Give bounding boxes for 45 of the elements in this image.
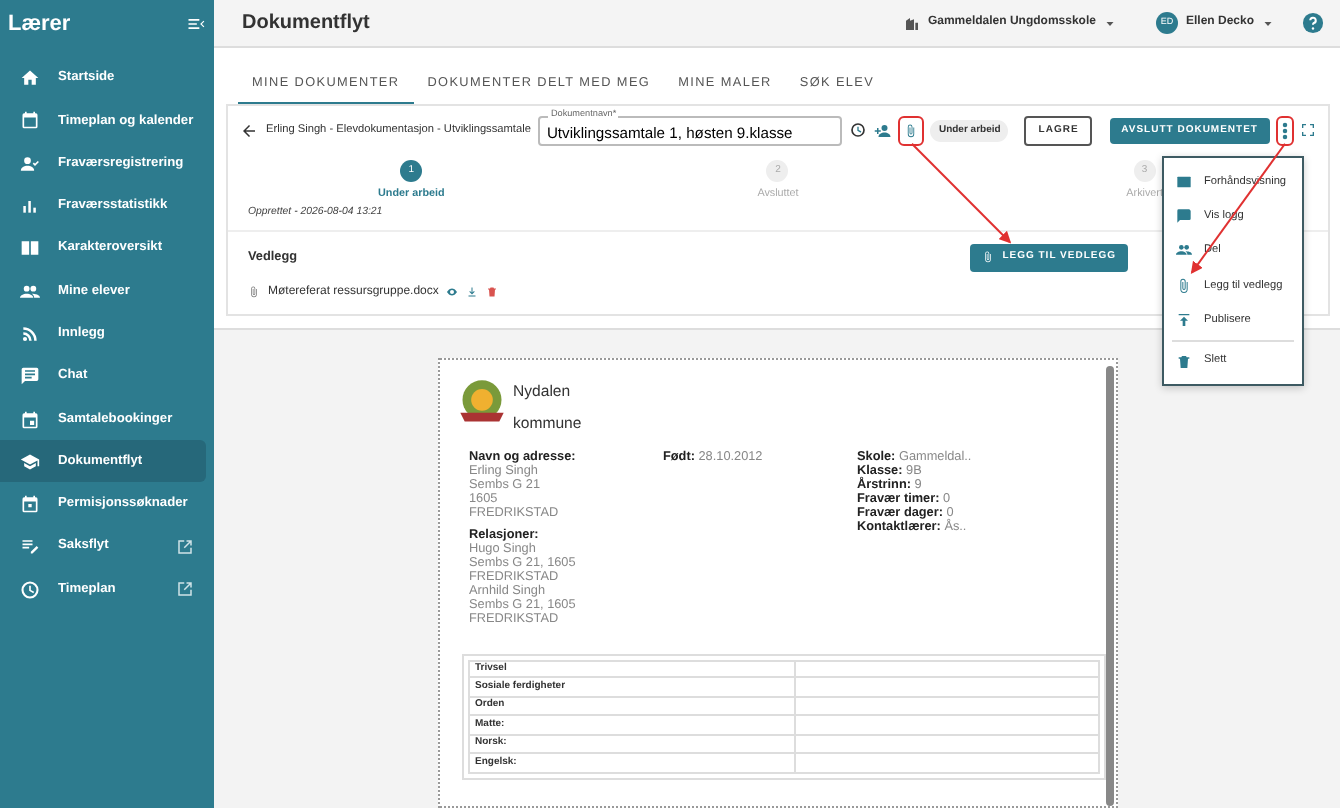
help-icon[interactable]: [1302, 12, 1324, 34]
rss-icon: [20, 323, 40, 344]
trash-icon: [1176, 353, 1192, 370]
trash-icon[interactable]: [486, 286, 499, 299]
external-link-icon: [176, 580, 194, 599]
collapse-menu-icon[interactable]: [186, 14, 206, 35]
external-link-icon: [176, 537, 194, 556]
sidebar-title: Lærer: [8, 10, 71, 40]
log-icon: [1176, 208, 1192, 225]
callout-arrow: [1190, 142, 1286, 274]
paperclip-icon: [248, 284, 260, 301]
caret-icon[interactable]: [1103, 17, 1116, 29]
attach-button[interactable]: [900, 117, 923, 144]
clock-icon: [20, 579, 40, 600]
graduation-cap-icon: [20, 451, 40, 472]
people-icon: [1176, 242, 1192, 259]
eye-icon[interactable]: [446, 286, 459, 299]
chat-icon: [20, 366, 40, 387]
person-check-icon: [20, 153, 40, 174]
preview-icon: [1176, 173, 1192, 190]
paperclip-icon: [1176, 277, 1192, 294]
bar-chart-icon: [20, 196, 40, 217]
more-menu-button[interactable]: [1278, 117, 1292, 144]
people-icon: [20, 281, 40, 302]
paperclip-icon: [904, 121, 919, 140]
person-add-icon[interactable]: [874, 121, 893, 140]
publish-icon: [1176, 312, 1192, 329]
back-arrow-icon[interactable]: [240, 121, 258, 140]
calendar-icon: [20, 409, 40, 430]
edit-list-icon: [20, 536, 40, 557]
crest-logo-drawing: [455, 375, 507, 428]
calendar-icon: [20, 110, 40, 131]
paperclip-icon: [982, 250, 995, 265]
book-icon: [20, 238, 40, 259]
calendar-icon: [20, 494, 40, 515]
callout-arrow: [910, 142, 1012, 244]
page-title: Dokumentflyt: [242, 10, 370, 38]
kebab-icon: [1282, 121, 1288, 140]
download-icon[interactable]: [466, 286, 479, 299]
caret-icon[interactable]: [1262, 17, 1274, 29]
history-icon[interactable]: [850, 122, 867, 139]
scrollbar[interactable]: [1105, 365, 1113, 806]
fullscreen-icon[interactable]: [1300, 122, 1316, 139]
home-icon: [20, 68, 40, 89]
building-icon: [903, 15, 920, 31]
